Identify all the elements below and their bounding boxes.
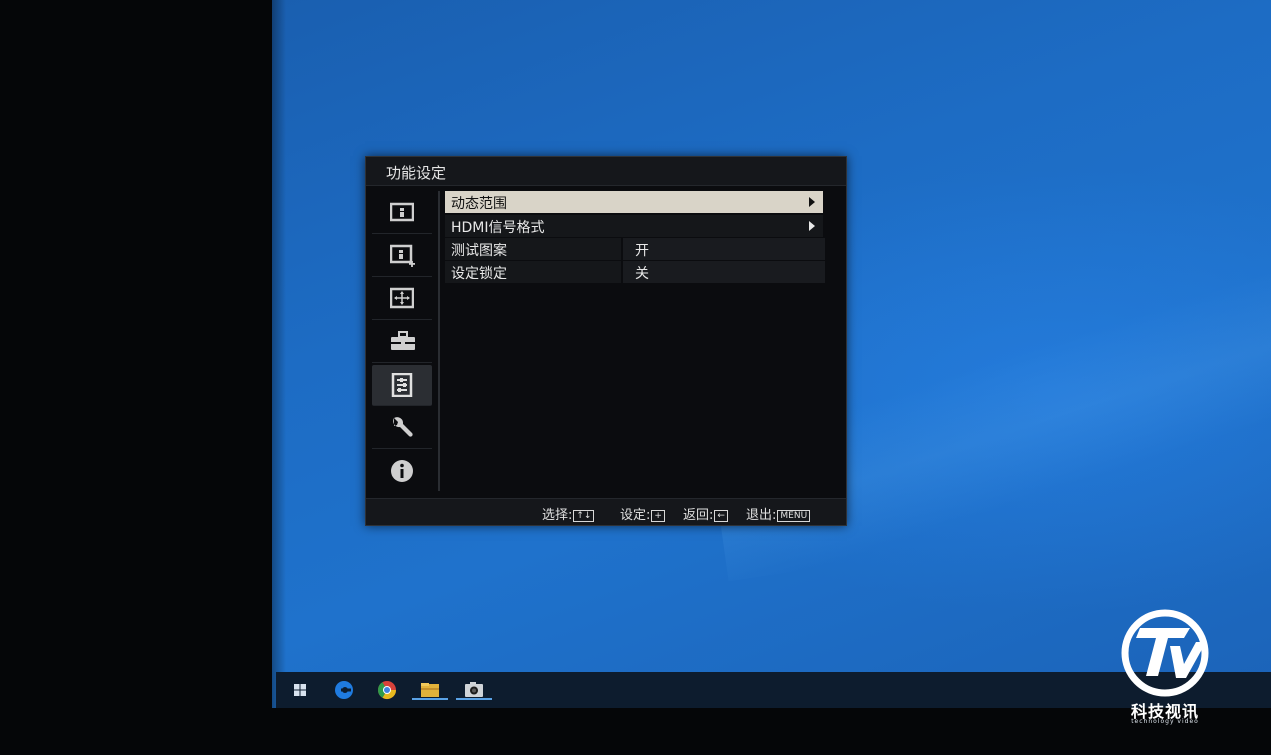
menu-item-settings-lock[interactable]: 设定锁定 关 [445, 261, 825, 283]
menu-item-dynamic-range[interactable]: 动态范围 [445, 191, 823, 213]
file-explorer-icon[interactable] [412, 678, 448, 702]
tv-logo-icon [1121, 609, 1209, 697]
osd-title-bar: 功能设定 [366, 157, 846, 186]
edge-browser-icon[interactable] [332, 678, 356, 702]
wrench-icon [393, 417, 413, 437]
sidebar-item-function[interactable] [372, 365, 432, 406]
hint-exit-label: 退出: [746, 508, 777, 523]
submenu-arrow-icon [809, 221, 815, 231]
projected-screen-photo: 功能设定 动态范围 HDMI信号格式 测试图案 开 设定锁定 关 选择: ↑↓ … [0, 0, 1271, 755]
menu-item-value-cell: 关 [621, 261, 825, 283]
menu-key-icon: MENU [777, 510, 811, 522]
toolbox-icon [391, 331, 415, 350]
menu-item-value: 开 [635, 243, 649, 259]
osd-menu: 功能设定 动态范围 HDMI信号格式 测试图案 开 设定锁定 关 选择: ↑↓ … [365, 156, 847, 526]
watermark-subtitle: technology video [1131, 718, 1199, 725]
sidebar-item-picture-advanced[interactable] [372, 236, 432, 277]
hint-select: 选择: ↑↓ [542, 504, 595, 523]
menu-item-value-cell: 开 [621, 238, 825, 260]
active-app-indicator [456, 698, 492, 700]
osd-sidebar [370, 191, 434, 493]
hint-back-label: 返回: [683, 508, 714, 523]
osd-divider [438, 191, 440, 491]
osd-title: 功能设定 [386, 164, 447, 182]
function-settings-icon [391, 373, 413, 397]
sidebar-item-screen[interactable] [372, 279, 432, 320]
menu-item-label: 动态范围 [451, 196, 507, 212]
watermark: 科技视讯 technology video [1110, 606, 1220, 726]
submenu-arrow-icon [809, 197, 815, 207]
chrome-browser-icon[interactable] [375, 678, 399, 702]
active-app-indicator [412, 698, 448, 700]
hint-exit: 退出: MENU [746, 504, 811, 523]
menu-item-label: 设定锁定 [451, 266, 507, 282]
picture-icon [390, 202, 414, 222]
sidebar-item-installation[interactable] [372, 322, 432, 363]
up-down-key-icon: ↑↓ [573, 510, 595, 522]
hint-back: 返回: ← [683, 504, 728, 523]
sidebar-item-setup[interactable] [372, 408, 432, 449]
menu-item-test-pattern[interactable]: 测试图案 开 [445, 238, 825, 260]
screen-position-icon [390, 287, 414, 309]
menu-item-hdmi-signal-format[interactable]: HDMI信号格式 [445, 215, 823, 237]
windows-start-icon[interactable] [288, 678, 312, 702]
left-key-icon: ← [714, 510, 728, 522]
hint-set: 设定: + [620, 504, 665, 523]
hint-select-label: 选择: [542, 508, 573, 523]
menu-item-value: 关 [635, 266, 649, 282]
menu-item-label: 测试图案 [451, 243, 507, 259]
menu-item-label: HDMI信号格式 [451, 220, 545, 236]
picture-plus-icon [390, 244, 415, 267]
info-icon [391, 460, 413, 482]
osd-footer-hints: 选择: ↑↓ 设定: + 返回: ← 退出: MENU [366, 498, 846, 525]
camera-app-icon[interactable] [456, 678, 492, 702]
sidebar-item-information[interactable] [372, 451, 432, 491]
sidebar-item-picture[interactable] [372, 193, 432, 234]
hint-set-label: 设定: [620, 508, 651, 523]
enter-key-icon: + [651, 510, 665, 522]
